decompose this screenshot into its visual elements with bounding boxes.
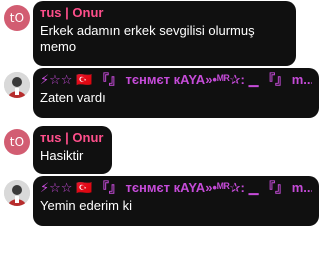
message-bubble: ⚡☆☆ 🇹🇷 『』 тєнмєт кAYA»•ᴹᴿ✰: ▁ 『』 m... Za… [33,68,319,118]
message-text: Yemin ederim ki [40,198,133,213]
sender-name[interactable]: ⚡☆☆ 🇹🇷 『』 тєнмєт кAYA»•ᴹᴿ✰: ▁ 『』 m... [40,72,312,88]
message-bubble: ⚡☆☆ 🇹🇷 『』 тєнмєт кAYA»•ᴹᴿ✰: ▁ 『』 m... Ye… [33,176,319,226]
sender-name[interactable]: ⚡☆☆ 🇹🇷 『』 тєнмєт кAYA»•ᴹᴿ✰: ▁ 『』 m... [40,180,312,196]
message-bubble: тus | Onur Erkek adamın erkek sevgilisi … [33,1,296,66]
avatar-initials: tO [9,11,25,25]
avatar-initials: tO [9,135,25,149]
user-photo-icon [4,72,30,98]
user-photo-icon [4,180,30,206]
avatar[interactable]: tO [4,5,30,31]
avatar[interactable]: tO [4,129,30,155]
message-bubble: тus | Onur Hasiktir [33,126,112,174]
avatar[interactable] [4,180,30,206]
sender-name[interactable]: тus | Onur [40,130,105,146]
sender-name[interactable]: тus | Onur [40,5,289,21]
message-text: Hasiktir [40,148,84,163]
avatar[interactable] [4,72,30,98]
message-text: Erkek adamın erkek sevgilisi olurmuş mem… [40,23,255,54]
message-text: Zaten vardı [40,90,106,105]
